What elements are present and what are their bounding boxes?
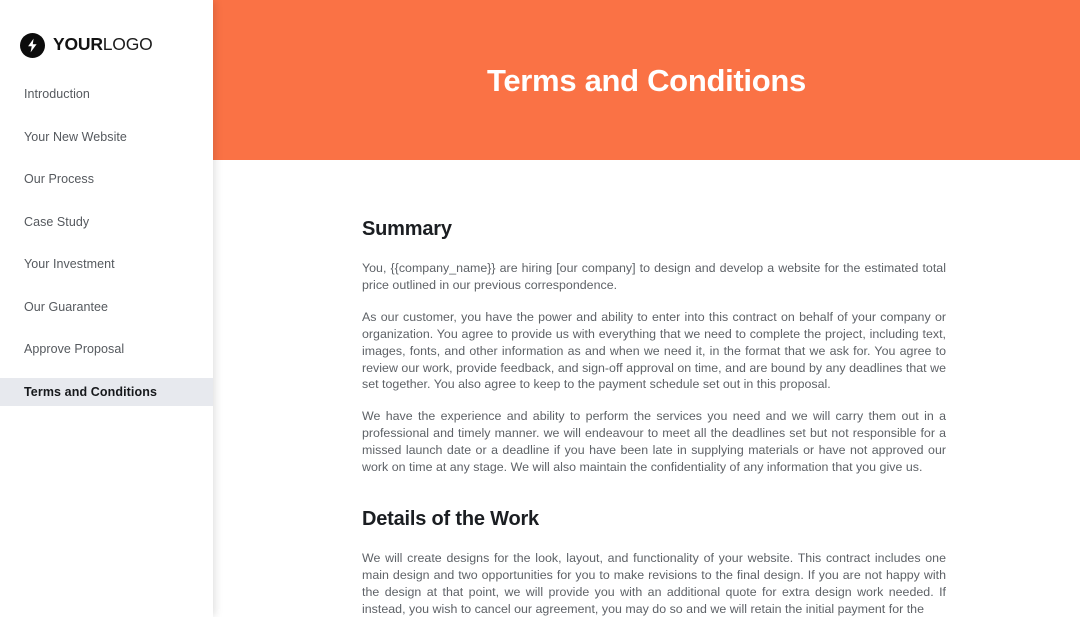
sidebar-item-your-new-website[interactable]: Your New Website (0, 123, 213, 151)
sidebar-item-our-process[interactable]: Our Process (0, 165, 213, 193)
brand-name-strong: YOUR (53, 34, 103, 55)
section-heading-details-of-the-work: Details of the Work (362, 507, 539, 530)
brand-logo[interactable]: YOURLOGO (0, 0, 213, 64)
summary-paragraph-2: As our customer, you have the power and … (362, 309, 946, 392)
sidebar-item-your-investment[interactable]: Your Investment (0, 250, 213, 278)
sidebar-item-terms-and-conditions[interactable]: Terms and Conditions (0, 377, 213, 406)
section-heading-summary: Summary (362, 218, 452, 240)
page-banner: Terms and Conditions (213, 0, 1080, 160)
sidebar-item-case-study[interactable]: Case Study (0, 208, 213, 236)
details-paragraph-1: We will create designs for the look, lay… (362, 550, 946, 616)
proposal-app: YOURLOGO Introduction Your New Website O… (0, 0, 1080, 617)
sidebar-item-our-guarantee[interactable]: Our Guarantee (0, 293, 213, 321)
lightning-bolt-icon (20, 32, 45, 58)
sidebar-nav: Introduction Your New Website Our Proces… (0, 80, 213, 406)
main-content: Terms and Conditions Summary You, {{comp… (213, 0, 1080, 617)
summary-paragraph-3: We have the experience and ability to pe… (362, 409, 946, 475)
page-title: Terms and Conditions (487, 62, 806, 98)
summary-paragraph-1: You, {{company_name}} are hiring [our co… (362, 261, 946, 292)
sidebar-item-introduction[interactable]: Introduction (0, 80, 213, 108)
document-body: Summary You, {{company_name}} are hiring… (213, 160, 1080, 617)
brand-name-light: LOGO (102, 34, 153, 55)
brand-name: YOURLOGO (53, 36, 153, 54)
sidebar-item-approve-proposal[interactable]: Approve Proposal (0, 335, 213, 363)
sidebar: YOURLOGO Introduction Your New Website O… (0, 0, 213, 617)
